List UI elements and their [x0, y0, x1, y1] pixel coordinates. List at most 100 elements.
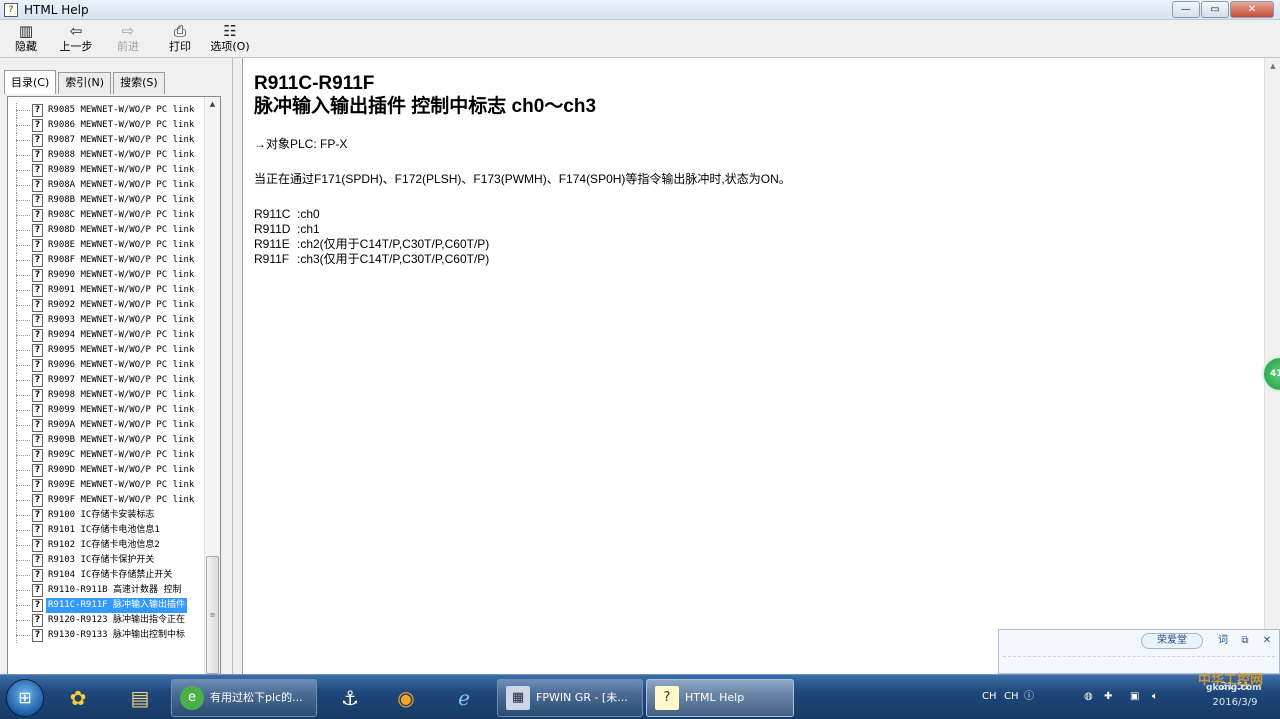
minimize-button[interactable]: —	[1172, 1, 1200, 18]
tree-item[interactable]: ? R9098 MEWNET-W/WO/P PC link	[8, 388, 204, 403]
start-button[interactable]: ⊞	[6, 679, 44, 717]
popup-divider	[1003, 656, 1275, 657]
tree-item[interactable]: ? R908A MEWNET-W/WO/P PC link	[8, 178, 204, 193]
tree-item[interactable]: ? R9093 MEWNET-W/WO/P PC link	[8, 313, 204, 328]
window-controls: — ▭ ✕	[1172, 1, 1274, 18]
tree-branch	[16, 395, 30, 396]
tree-item[interactable]: ? R9101 IC存储卡电池信息1	[8, 523, 204, 538]
tree-item[interactable]: ? R9096 MEWNET-W/WO/P PC link	[8, 358, 204, 373]
tree-item[interactable]: ? R9094 MEWNET-W/WO/P PC link	[8, 328, 204, 343]
tree-scroll-thumb[interactable]: ≡	[206, 556, 219, 674]
popup-close-icon[interactable]: ✕	[1257, 633, 1277, 649]
tab-search[interactable]: 搜索(S)	[113, 72, 165, 94]
content-scroll-up-icon[interactable]: ▲	[1265, 58, 1280, 74]
tree-branch	[16, 530, 30, 531]
tree-item[interactable]: ? R9091 MEWNET-W/WO/P PC link	[8, 283, 204, 298]
print-button[interactable]: ⎙ 打印	[156, 22, 204, 56]
description-text: 当正在通过F171(SPDH)、F172(PLSH)、F173(PWMH)、F1…	[254, 172, 791, 186]
tree-item[interactable]: ? R909E MEWNET-W/WO/P PC link	[8, 478, 204, 493]
popup-word-button[interactable]: 词	[1213, 633, 1233, 649]
back-button[interactable]: ⇦ 上一步	[52, 22, 100, 56]
tree-item[interactable]: ? R9088 MEWNET-W/WO/P PC link	[8, 148, 204, 163]
tree-item[interactable]: ? R9110-R911B 高速计数器 控制	[8, 583, 204, 598]
tree-item[interactable]: ? R909A MEWNET-W/WO/P PC link	[8, 418, 204, 433]
close-button[interactable]: ✕	[1230, 1, 1274, 18]
taskbar-item-html-help[interactable]: ? HTML Help	[646, 679, 794, 717]
taskbar-item-fpwin[interactable]: ▦ FPWIN GR - [未...	[497, 679, 643, 717]
tray-security-icon[interactable]: ✚	[1104, 689, 1112, 705]
tree-branch	[16, 485, 30, 486]
tree-item[interactable]: ? R909B MEWNET-W/WO/P PC link	[8, 433, 204, 448]
tree-branch	[16, 320, 30, 321]
tray-volume-icon[interactable]: 🔈︎	[1152, 689, 1158, 705]
scroll-up-arrow-icon[interactable]: ▲	[205, 97, 220, 112]
tree-branch	[16, 365, 30, 366]
tree-item[interactable]: ? R9103 IC存储卡保护开关	[8, 553, 204, 568]
help-app-icon: ?	[4, 3, 18, 17]
tree-item[interactable]: ? R909F MEWNET-W/WO/P PC link	[8, 493, 204, 508]
tray-language-2[interactable]: CH	[1004, 689, 1019, 705]
tree-item[interactable]: ? R9095 MEWNET-W/WO/P PC link	[8, 343, 204, 358]
tree-item[interactable]: ? R908F MEWNET-W/WO/P PC link	[8, 253, 204, 268]
tree-item-label: R9088 MEWNET-W/WO/P PC link	[48, 150, 195, 160]
forward-button[interactable]: ⇨ 前进	[104, 22, 152, 56]
tree-item[interactable]: ? R9102 IC存储卡电池信息2	[8, 538, 204, 553]
tree-branch	[16, 500, 30, 501]
tree-item[interactable]: ? R9087 MEWNET-W/WO/P PC link	[8, 133, 204, 148]
tab-index[interactable]: 索引(N)	[58, 72, 112, 94]
taskbar-item-browser[interactable]: e 有用过松下plc的...	[171, 679, 317, 717]
options-button[interactable]: ☷ 选项(O)	[206, 22, 254, 56]
tree-branch	[16, 305, 30, 306]
tray-device-icon[interactable]: ▣	[1130, 689, 1139, 705]
tree-item[interactable]: ? R9086 MEWNET-W/WO/P PC link	[8, 118, 204, 133]
tray-network-icon[interactable]: ◍	[1084, 689, 1093, 705]
tree-item[interactable]: ? R9100 IC存储卡安装标志	[8, 508, 204, 523]
file-explorer-icon[interactable]: ▤	[118, 681, 162, 715]
tree-item[interactable]: ? R908C MEWNET-W/WO/P PC link	[8, 208, 204, 223]
task-label: HTML Help	[685, 691, 745, 704]
anchor-app-icon[interactable]: ⚓	[328, 681, 372, 715]
tree-branch	[16, 620, 30, 621]
tree-item[interactable]: ? R909C MEWNET-W/WO/P PC link	[8, 448, 204, 463]
tree-item[interactable]: ? R908E MEWNET-W/WO/P PC link	[8, 238, 204, 253]
tray-help-icon[interactable]: ⓘ	[1024, 689, 1034, 705]
tree-item-label: R908C MEWNET-W/WO/P PC link	[48, 210, 195, 220]
help-topic-icon: ?	[32, 119, 43, 132]
popup-user-dropdown[interactable]: 荣爱堂	[1141, 633, 1203, 649]
popup-copy-icon[interactable]: ⧉	[1235, 633, 1255, 649]
hide-button[interactable]: ▥ 隐藏	[2, 22, 50, 56]
media-player-icon[interactable]: ✿	[56, 681, 100, 715]
tree-item[interactable]: ? R9092 MEWNET-W/WO/P PC link	[8, 298, 204, 313]
tree-item[interactable]: ? R909D MEWNET-W/WO/P PC link	[8, 463, 204, 478]
help-topic-icon: ?	[32, 374, 43, 387]
tree-item[interactable]: ? R9120-R9123 脉冲输出指令正在	[8, 613, 204, 628]
chrome-icon[interactable]: ◉	[384, 681, 428, 715]
internet-explorer-icon[interactable]: ℯ	[442, 681, 486, 715]
tree-item[interactable]: ? R908D MEWNET-W/WO/P PC link	[8, 223, 204, 238]
tree-item[interactable]: ? R9099 MEWNET-W/WO/P PC link	[8, 403, 204, 418]
tree-item[interactable]: ? R9085 MEWNET-W/WO/P PC link	[8, 103, 204, 118]
register-desc: :ch3(仅用于C14T/P,C30T/P,C60T/P)	[297, 252, 490, 266]
help-topic-icon: ?	[32, 569, 43, 582]
tree-item-label: R9100 IC存储卡安装标志	[48, 510, 155, 520]
tree-vertical-scrollbar[interactable]: ▲ ≡ ▼	[204, 97, 220, 689]
tree-branch	[16, 605, 30, 606]
topic-content: R911C-R911F 脉冲输入输出插件 控制中标志 ch0～ch3 →对象PL…	[244, 58, 1264, 674]
maximize-button[interactable]: ▭	[1201, 1, 1229, 18]
clock-date: 2016/3/9	[1212, 697, 1258, 708]
tray-language-1[interactable]: CH	[982, 689, 997, 705]
register-row: R911C:ch0	[254, 207, 489, 222]
tree-item[interactable]: ? R9090 MEWNET-W/WO/P PC link	[8, 268, 204, 283]
tree-item[interactable]: ? R9130-R9133 脉冲输出控制中标	[8, 628, 204, 643]
hide-pane-icon: ▥	[18, 22, 34, 40]
tree-item[interactable]: ? R9104 IC存储卡存储禁止开关	[8, 568, 204, 583]
tree-item[interactable]: ? R9097 MEWNET-W/WO/P PC link	[8, 373, 204, 388]
tree-item[interactable]: ? R9089 MEWNET-W/WO/P PC link	[8, 163, 204, 178]
pane-splitter[interactable]	[233, 58, 243, 674]
tab-contents[interactable]: 目录(C)	[4, 70, 57, 94]
tree-item-label: R9091 MEWNET-W/WO/P PC link	[48, 285, 195, 295]
tree-item[interactable]: ? R908B MEWNET-W/WO/P PC link	[8, 193, 204, 208]
tree-item[interactable]: ? R911C-R911F 脉冲输入输出插件	[8, 598, 204, 613]
help-topic-icon: ?	[32, 464, 43, 477]
tree-branch	[16, 440, 30, 441]
